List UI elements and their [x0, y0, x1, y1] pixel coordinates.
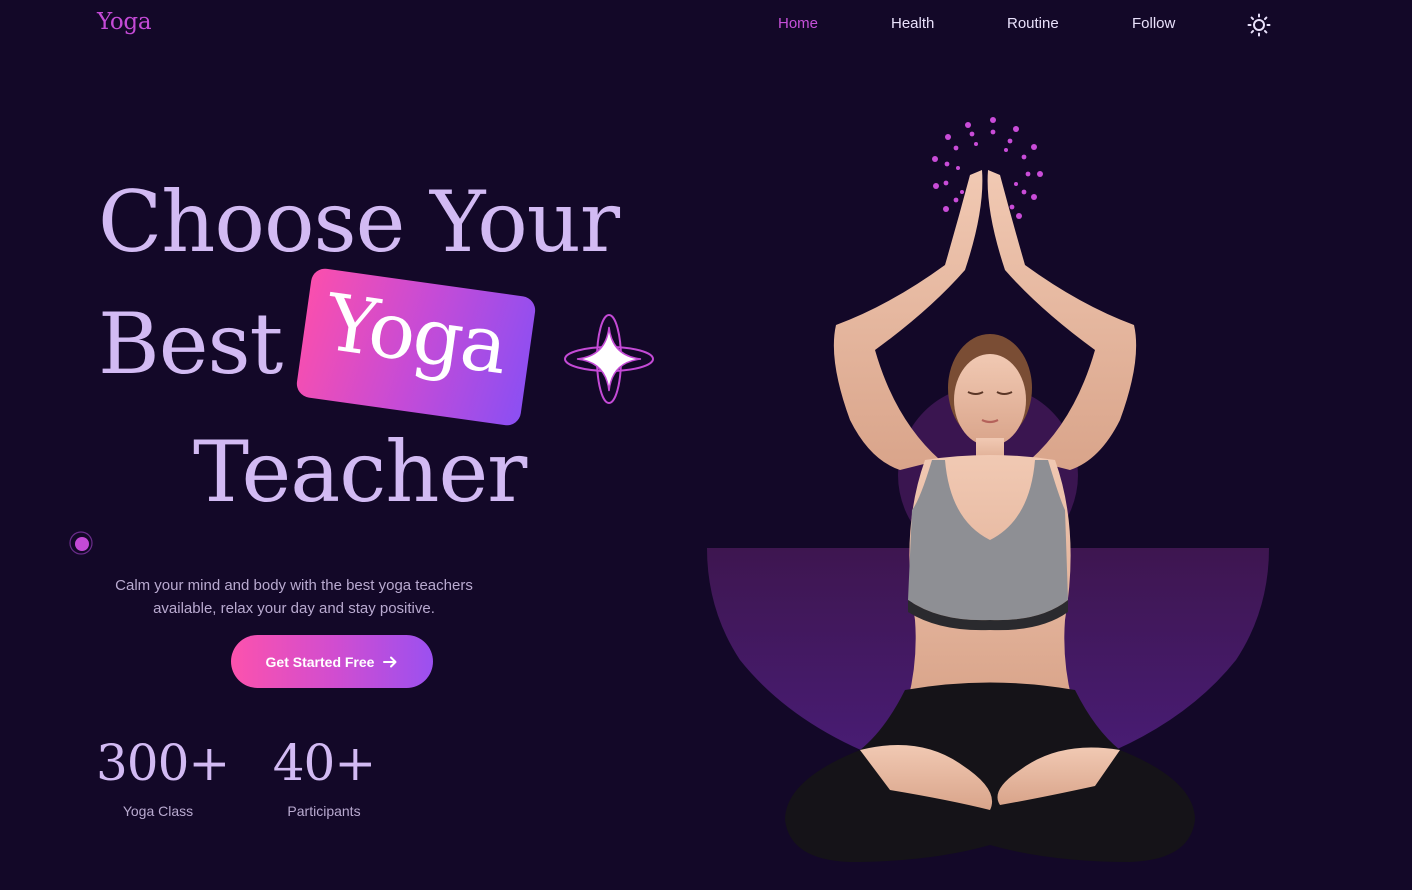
- nav-routine[interactable]: Routine: [1007, 15, 1059, 32]
- get-started-button[interactable]: Get Started Free: [231, 635, 433, 688]
- hero-heading-line-2: Best: [98, 295, 283, 393]
- theme-toggle-button[interactable]: [1247, 13, 1271, 37]
- hero-heading-line-3: Teacher: [193, 423, 527, 521]
- stat-participants: 40+ Participants: [270, 738, 378, 819]
- stat-value: 40+: [272, 734, 377, 792]
- decorative-dot: [69, 531, 93, 555]
- stat-label: Yoga Class: [122, 803, 194, 819]
- main-nav: Home Health Routine Follow: [0, 15, 1412, 37]
- face: [954, 354, 1026, 446]
- sparkle-icon: [564, 314, 654, 404]
- arrow-right-icon: [383, 656, 397, 667]
- sun-icon: [1247, 13, 1271, 37]
- hero-heading-line-1: Choose Your: [98, 173, 620, 271]
- hero-subtitle: Calm your mind and body with the best yo…: [115, 577, 473, 617]
- stat-label: Participants: [287, 803, 361, 819]
- dotted-halo: [932, 117, 1043, 219]
- nav-home[interactable]: Home: [778, 15, 818, 32]
- get-started-label: Get Started Free: [265, 653, 375, 670]
- nav-follow[interactable]: Follow: [1132, 15, 1175, 32]
- stat-value: 300+: [96, 734, 230, 792]
- stat-yoga-class: 300+ Yoga Class: [96, 734, 230, 819]
- yoga-illustration: [707, 117, 1269, 862]
- landing-page: Yoga Home Health Routine Follow Choose Y…: [0, 0, 1412, 890]
- nav-health[interactable]: Health: [891, 15, 934, 32]
